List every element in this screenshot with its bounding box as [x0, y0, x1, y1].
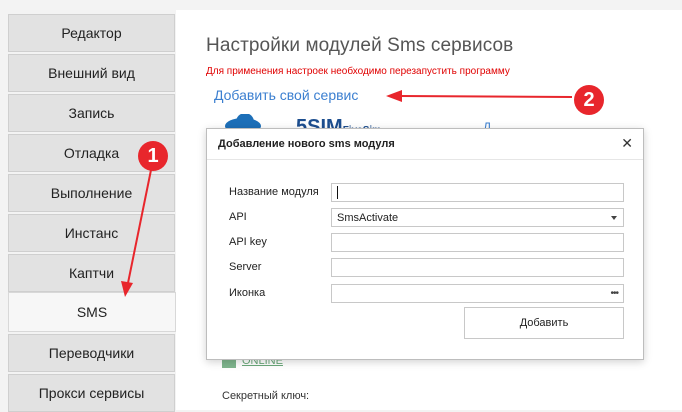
annotation-arrows: [121, 90, 573, 297]
annotation-badge-1: 1: [138, 141, 168, 171]
annotation-badge-2: 2: [574, 85, 604, 115]
arrow-1-head: [121, 281, 133, 297]
arrow-1-line: [127, 169, 152, 284]
arrow-2-head: [386, 90, 402, 102]
arrow-2-line: [399, 95, 573, 98]
